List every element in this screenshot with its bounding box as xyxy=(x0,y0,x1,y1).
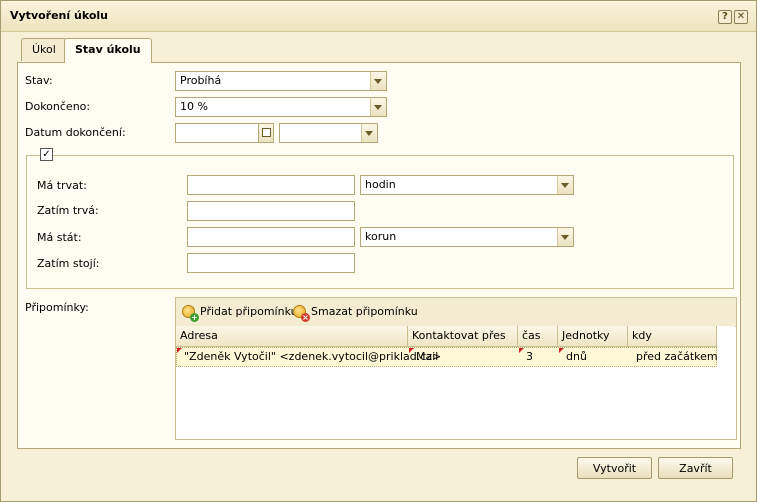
datum-label: Datum dokončení: xyxy=(25,126,126,139)
add-reminder-button[interactable]: Přidat připomínku xyxy=(182,304,298,322)
table-row[interactable]: "Zdeněk Vytočil" <zdenek.vytocil@priklad… xyxy=(176,347,718,367)
help-icon[interactable]: ? xyxy=(718,10,732,24)
ma-trvat-unit-select[interactable]: hodin xyxy=(360,175,574,195)
datum-input[interactable] xyxy=(175,123,259,143)
reminders-grid: Přidat připomínku Smazat připomínku Adre… xyxy=(175,297,737,440)
chevron-down-icon[interactable] xyxy=(370,98,386,116)
bell-add-icon xyxy=(182,305,199,322)
zatim-stoji-input[interactable] xyxy=(187,253,355,273)
grid-header: Adresa Kontaktovat přes čas Jednotky kdy xyxy=(176,326,717,347)
zatim-trva-label: Zatím trvá: xyxy=(37,204,99,217)
zatim-stoji-label: Zatím stojí: xyxy=(37,257,100,270)
tab-bar: Úkol Stav úkolu xyxy=(17,38,739,63)
column-header-jednotky[interactable]: Jednotky xyxy=(558,326,628,346)
reminders-toolbar: Přidat připomínku Smazat připomínku xyxy=(176,298,736,327)
delete-reminder-button[interactable]: Smazat připomínku xyxy=(293,304,418,322)
grid-scrollbar[interactable] xyxy=(717,326,735,438)
chevron-down-icon[interactable] xyxy=(370,72,386,90)
tab-ukol[interactable]: Úkol xyxy=(21,38,67,61)
window-title: Vytvoření úkolu xyxy=(10,9,108,22)
cell-cas[interactable]: 3 xyxy=(519,348,559,366)
column-header-kdy[interactable]: kdy xyxy=(628,326,717,346)
datum-time-select[interactable] xyxy=(279,123,378,143)
add-reminder-label: Přidat připomínku xyxy=(200,305,298,318)
ma-stat-unit-value: korun xyxy=(365,230,397,243)
ma-trvat-label: Má trvat: xyxy=(37,179,87,192)
delete-reminder-label: Smazat připomínku xyxy=(311,305,418,318)
chevron-down-icon[interactable] xyxy=(557,228,573,246)
ma-stat-unit-select[interactable]: korun xyxy=(360,227,574,247)
tab-stav-ukolu[interactable]: Stav úkolu xyxy=(64,38,152,63)
create-button[interactable]: Vytvořit xyxy=(577,457,652,479)
reminders-label: Připomínky: xyxy=(25,301,89,314)
dokonceno-label: Dokončeno: xyxy=(25,100,91,113)
ma-trvat-unit-value: hodin xyxy=(365,178,396,191)
stav-label: Stav: xyxy=(25,74,53,87)
cell-kontaktovat[interactable]: Mail xyxy=(409,348,519,366)
dokonceno-select[interactable]: 10 % xyxy=(175,97,387,117)
chevron-down-icon[interactable] xyxy=(557,176,573,194)
title-bar[interactable]: Vytvoření úkolu ? ✕ xyxy=(1,1,756,32)
ma-stat-input[interactable] xyxy=(187,227,355,247)
cost-duration-fieldset: ✓ Má trvat: hodin Zatím trvá: Má stát: k… xyxy=(26,148,734,289)
cell-adresa[interactable]: "Zdeněk Vytočil" <zdenek.vytocil@priklad… xyxy=(177,348,441,366)
column-header-cas[interactable]: čas xyxy=(518,326,558,346)
stav-value: Probíhá xyxy=(180,74,222,87)
calendar-icon[interactable] xyxy=(258,123,274,143)
bell-delete-icon xyxy=(293,305,310,322)
close-button[interactable]: Zavřít xyxy=(658,457,733,479)
close-icon[interactable]: ✕ xyxy=(734,10,748,24)
tab-panel-stav: Stav: Probíhá Dokončeno: 10 % Datum doko… xyxy=(17,62,741,449)
cell-kdy[interactable]: před začátkem xyxy=(629,348,718,366)
enable-checkbox[interactable]: ✓ xyxy=(40,148,53,161)
ma-trvat-input[interactable] xyxy=(187,175,355,195)
zatim-trva-input[interactable] xyxy=(187,201,355,221)
dialog-window: Vytvoření úkolu ? ✕ Úkol Stav úkolu Stav… xyxy=(0,0,757,502)
column-header-adresa[interactable]: Adresa xyxy=(176,326,408,346)
chevron-down-icon[interactable] xyxy=(361,124,377,142)
stav-select[interactable]: Probíhá xyxy=(175,71,387,91)
dokonceno-value: 10 % xyxy=(180,100,208,113)
ma-stat-label: Má stát: xyxy=(37,231,82,244)
column-header-kontaktovat[interactable]: Kontaktovat přes xyxy=(408,326,518,346)
cell-jednotky[interactable]: dnů xyxy=(559,348,629,366)
